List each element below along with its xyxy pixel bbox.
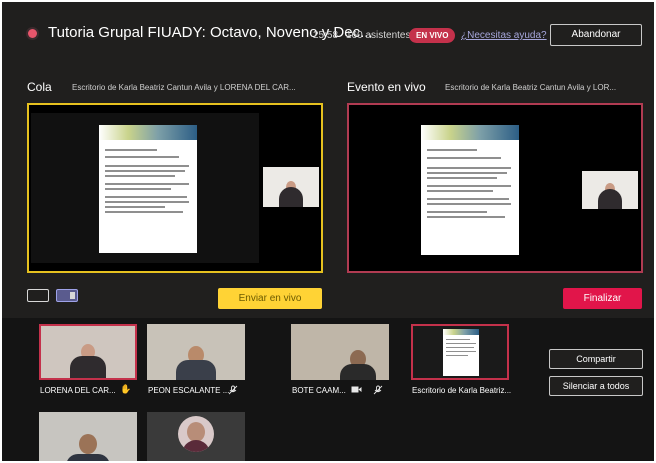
single-layout-icon[interactable] bbox=[27, 289, 49, 302]
participant-tile[interactable] bbox=[147, 412, 245, 461]
live-screen-share bbox=[353, 107, 607, 271]
live-shared-document bbox=[421, 125, 519, 255]
recording-indicator-icon bbox=[28, 29, 37, 38]
help-link[interactable]: ¿Necesitas ayuda? bbox=[461, 30, 547, 41]
live-event-source: Escritorio de Karla Beatriz Cantun Avila… bbox=[445, 83, 617, 92]
send-live-button[interactable]: Enviar en vivo bbox=[218, 288, 322, 309]
leave-button[interactable]: Abandonar bbox=[550, 24, 642, 46]
participant-tile[interactable] bbox=[39, 412, 137, 461]
camera-icon bbox=[351, 385, 362, 396]
hand-raised-icon: ✋ bbox=[120, 384, 132, 394]
attendee-count: 160 asistentes bbox=[346, 30, 411, 41]
live-event-label: Evento en vivo bbox=[347, 80, 426, 94]
queue-preview[interactable] bbox=[27, 103, 323, 273]
live-badge: EN VIVO bbox=[409, 28, 456, 43]
participant-tile[interactable] bbox=[147, 324, 245, 380]
shared-document bbox=[99, 125, 197, 253]
participant-name: LORENA DEL CAR... bbox=[40, 386, 116, 395]
participant-name: BOTE CAAM... bbox=[292, 386, 346, 395]
queue-source: Escritorio de Karla Beatriz Cantun Avila… bbox=[72, 83, 296, 92]
queue-screen-share bbox=[31, 113, 259, 263]
avatar bbox=[178, 416, 214, 452]
split-layout-icon[interactable] bbox=[56, 289, 78, 302]
participant-name: Escritorio de Karla Beatriz... bbox=[412, 386, 512, 395]
participant-tile[interactable] bbox=[291, 324, 389, 380]
mute-all-button[interactable]: Silenciar a todos bbox=[549, 376, 643, 396]
mic-off-icon bbox=[373, 385, 383, 397]
live-event-producer-window: Tutoria Grupal FIUADY: Octavo, Noveno y … bbox=[2, 2, 654, 461]
screen-share-tile[interactable] bbox=[411, 324, 509, 380]
end-event-button[interactable]: Finalizar bbox=[563, 288, 642, 309]
participant-name: PEON ESCALANTE ... bbox=[148, 386, 230, 395]
participant-tile[interactable] bbox=[39, 324, 137, 380]
queue-label: Cola bbox=[27, 80, 52, 94]
mic-off-icon bbox=[228, 385, 238, 397]
meeting-timer: 25:58 bbox=[313, 30, 339, 41]
queue-camera-feed bbox=[263, 167, 319, 207]
live-event-preview[interactable] bbox=[347, 103, 643, 273]
meeting-header: Tutoria Grupal FIUADY: Octavo, Noveno y … bbox=[2, 2, 654, 62]
share-button[interactable]: Compartir bbox=[549, 349, 643, 369]
live-camera-feed bbox=[582, 171, 638, 209]
